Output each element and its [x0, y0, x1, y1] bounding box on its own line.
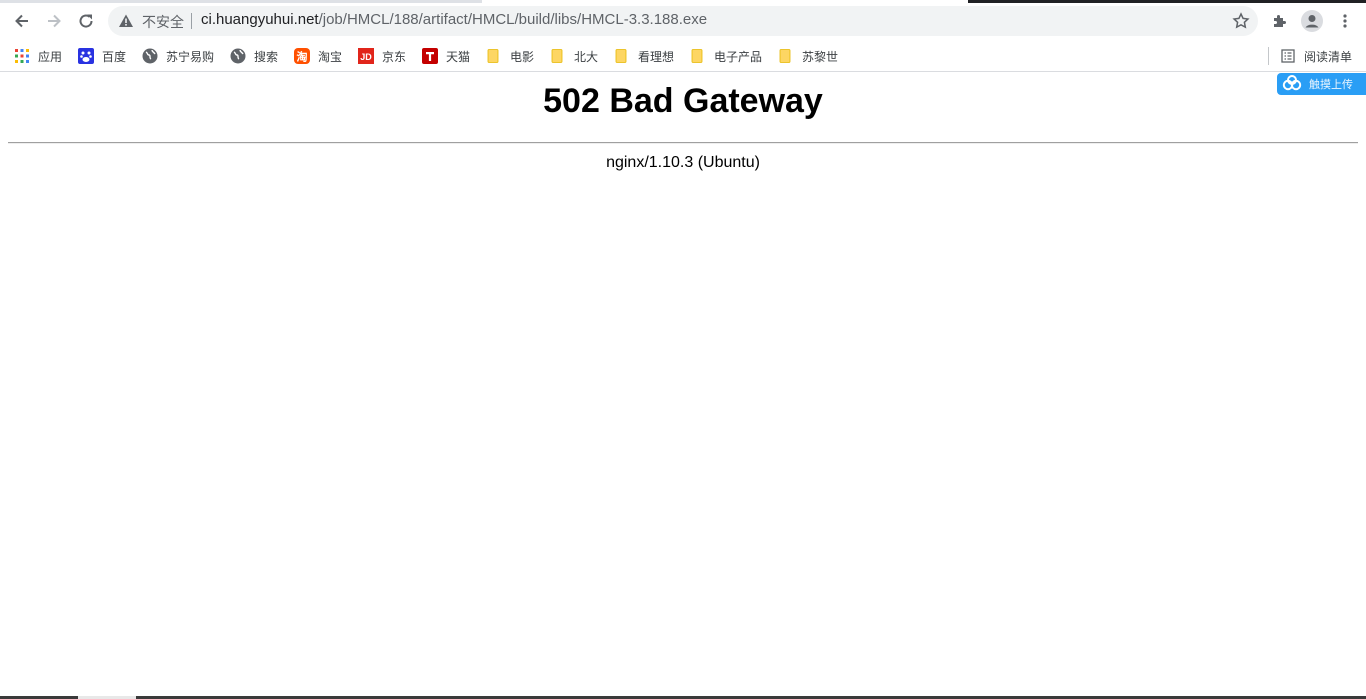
bookmark-label: 百度: [102, 49, 127, 64]
forward-button[interactable]: [41, 9, 67, 33]
bookmarks-bar: 应用 百度 苏宁易购 搜索 淘 淘宝 JD 京东 天猫 电影 北大 看理想 电子…: [0, 41, 1366, 72]
bookmark-label: 淘宝: [318, 49, 343, 64]
address-separator: [191, 13, 192, 29]
arrow-right-icon: [48, 14, 61, 28]
more-vert-icon: [1343, 14, 1347, 28]
puzzle-icon: [1274, 15, 1286, 27]
globe-icon: [142, 48, 158, 64]
bookmark-baidu[interactable]: 百度: [78, 45, 126, 67]
svg-text:淘: 淘: [297, 50, 308, 64]
browser-toolbar: 不安全 ci.huangyuhui.net/job/HMCL/188/artif…: [0, 0, 1366, 41]
menu-button[interactable]: [1333, 9, 1357, 33]
warning-icon[interactable]: [118, 13, 134, 29]
bookmark-label: 天猫: [446, 49, 471, 64]
bookmark-label: 苏宁易购: [166, 49, 215, 64]
bookmark-tmall[interactable]: 天猫: [422, 45, 470, 67]
bookmark-folder-pku[interactable]: 北大: [550, 45, 598, 67]
folder-icon: [690, 48, 706, 64]
bookmark-label: 应用: [38, 49, 63, 64]
reading-list-label: 阅读清单: [1303, 49, 1352, 64]
reload-icon: [79, 14, 93, 28]
bookmark-label: 搜索: [254, 49, 279, 64]
taobao-icon: 淘: [294, 48, 310, 64]
folder-icon: [778, 48, 794, 64]
tmall-icon: [422, 48, 438, 64]
tab-strip-edge: [0, 0, 482, 3]
bookmark-taobao[interactable]: 淘 淘宝: [294, 45, 342, 67]
bookmark-folder-kanlixiang[interactable]: 看理想: [614, 45, 674, 67]
page-content: 502 Bad Gateway nginx/1.10.3 (Ubuntu): [0, 72, 1366, 699]
globe-icon: [230, 48, 246, 64]
cloud-icon: [1282, 75, 1302, 91]
baidu-icon: [78, 48, 94, 64]
url-host: ci.huangyuhui.net: [201, 11, 319, 28]
bookmark-label: 京东: [382, 49, 407, 64]
url-text[interactable]: ci.huangyuhui.net/job/HMCL/188/artifact/…: [201, 11, 707, 28]
address-bar[interactable]: 不安全 ci.huangyuhui.net/job/HMCL/188/artif…: [108, 6, 1258, 36]
jd-icon: JD: [358, 48, 374, 64]
url-path: /job/HMCL/188/artifact/HMCL/build/libs/H…: [318, 11, 708, 28]
svg-text:JD: JD: [360, 52, 372, 62]
avatar-icon: [1301, 10, 1323, 32]
reading-list-icon: [1281, 49, 1295, 63]
folder-icon: [550, 48, 566, 64]
folder-icon: [614, 48, 630, 64]
widget-label: 触摸上传: [1309, 78, 1353, 91]
bookmark-folder-zurich[interactable]: 苏黎世: [778, 45, 838, 67]
bookmark-label: 看理想: [638, 49, 675, 64]
server-signature: nginx/1.10.3 (Ubuntu): [606, 154, 760, 171]
apps-grid-icon: [14, 48, 30, 64]
bookmark-suning[interactable]: 苏宁易购: [142, 45, 214, 67]
bookmarks-divider: [1268, 47, 1269, 65]
reading-list-button[interactable]: 阅读清单: [1280, 45, 1352, 67]
profile-button[interactable]: [1300, 9, 1324, 33]
cloud-upload-widget[interactable]: 触摸上传: [1277, 73, 1366, 95]
security-label[interactable]: 不安全: [142, 12, 184, 32]
bookmark-search[interactable]: 搜索: [230, 45, 278, 67]
back-button[interactable]: [9, 9, 35, 33]
tab-strip-edge-right: [968, 0, 1366, 3]
bookmark-label: 电影: [510, 49, 535, 64]
error-heading: 502 Bad Gateway: [543, 82, 823, 120]
arrow-left-icon: [15, 14, 28, 28]
bookmark-apps[interactable]: 应用: [14, 45, 62, 67]
bookmark-label: 苏黎世: [802, 49, 839, 64]
bookmark-star-icon[interactable]: [1232, 12, 1250, 30]
extensions-button[interactable]: [1268, 9, 1292, 33]
bookmark-jd[interactable]: JD 京东: [358, 45, 406, 67]
bookmark-label: 北大: [574, 49, 599, 64]
bookmark-label: 电子产品: [714, 49, 763, 64]
horizontal-rule: [8, 142, 1358, 144]
bookmark-folder-electronics[interactable]: 电子产品: [690, 45, 762, 67]
bookmark-folder-movies[interactable]: 电影: [486, 45, 534, 67]
reload-button[interactable]: [73, 9, 99, 33]
folder-icon: [486, 48, 502, 64]
